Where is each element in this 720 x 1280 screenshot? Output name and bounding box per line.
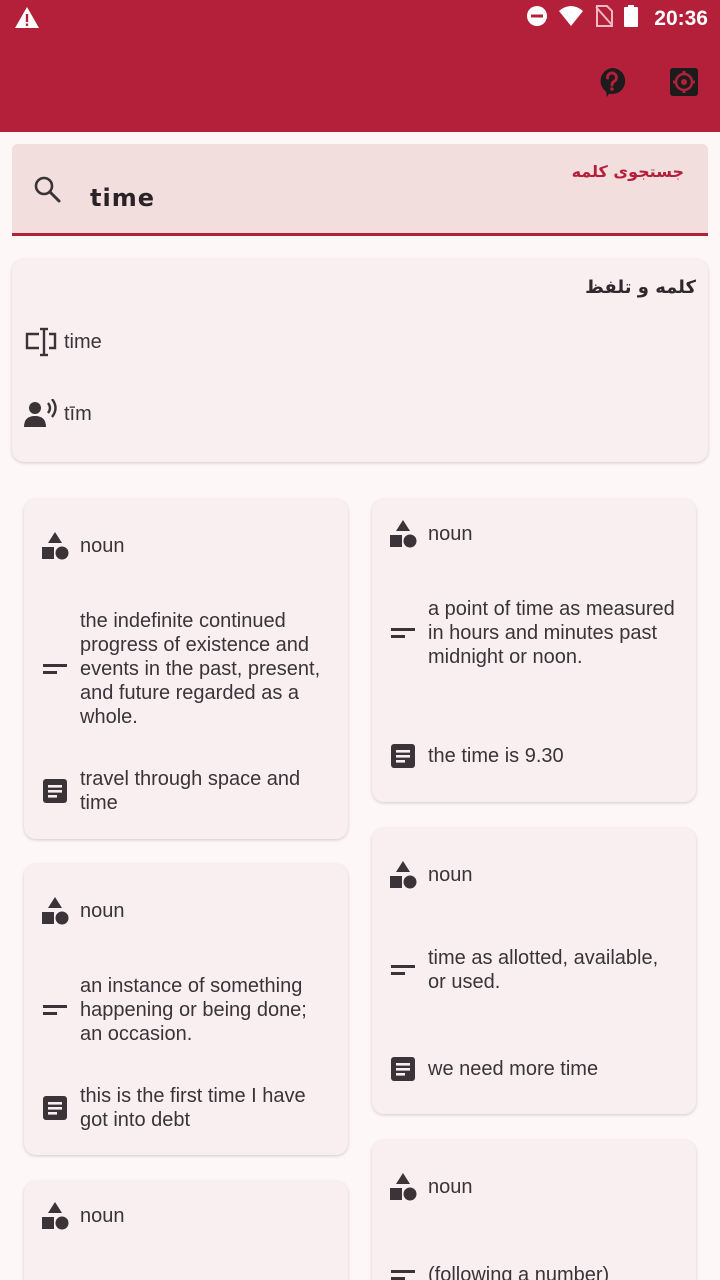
short-text-icon: [386, 616, 420, 650]
article-icon: [38, 1091, 72, 1125]
definition-card: noun: [24, 1181, 348, 1280]
article-icon: [386, 739, 420, 773]
word-text: time: [64, 330, 102, 353]
definition-card: noun an instance of something happening …: [24, 864, 348, 1155]
part-of-speech: noun: [80, 1204, 125, 1227]
status-bar: 20:36: [0, 0, 720, 38]
settings-icon: [669, 67, 699, 102]
help-button[interactable]: [592, 64, 632, 104]
category-icon: [386, 858, 420, 892]
part-of-speech-row: noun: [386, 858, 473, 892]
part-of-speech-row: noun: [38, 529, 125, 563]
category-icon: [38, 894, 72, 928]
pronunciation-row: tīm: [24, 397, 92, 431]
no-sim-icon: [594, 5, 614, 32]
definition-card: noun time as allotted, available, or use…: [372, 828, 696, 1114]
part-of-speech-row: noun: [386, 517, 473, 551]
example-row: this is the first time I have got into d…: [38, 1084, 330, 1132]
pronunciation-text: tīm: [64, 402, 92, 425]
definition-card: noun a point of time as measured in hour…: [372, 499, 696, 802]
battery-icon: [624, 5, 639, 32]
word-row: time: [24, 325, 102, 359]
status-time: 20:36: [654, 6, 708, 30]
part-of-speech: noun: [80, 534, 125, 557]
search-label: جستجوی کلمه: [571, 162, 684, 181]
help-icon: [597, 66, 627, 103]
part-of-speech-row: noun: [386, 1170, 473, 1204]
example-text: this is the first time I have got into d…: [80, 1085, 306, 1131]
search-field[interactable]: جستجوی کلمه time: [12, 144, 708, 236]
part-of-speech-row: noun: [38, 894, 125, 928]
settings-button[interactable]: [664, 64, 704, 104]
search-icon: [32, 174, 62, 209]
definition-text: a point of time as measured in hours and…: [428, 598, 675, 668]
category-icon: [386, 517, 420, 551]
category-icon: [38, 529, 72, 563]
app-bar: [0, 38, 720, 132]
example-text: the time is 9.30: [428, 745, 564, 767]
record-voice-icon: [24, 397, 58, 431]
definition-row: the indefinite continued progress of exi…: [38, 609, 330, 729]
word-pronunciation-card: کلمه و تلفظ time tīm: [12, 259, 708, 462]
search-input[interactable]: time: [90, 184, 155, 212]
category-icon: [386, 1170, 420, 1204]
article-icon: [38, 774, 72, 808]
part-of-speech: noun: [428, 863, 473, 886]
part-of-speech: noun: [428, 1175, 473, 1198]
do-not-disturb-icon: [526, 5, 548, 32]
definition-text: an instance of something happening or be…: [80, 975, 307, 1045]
part-of-speech: noun: [428, 522, 473, 545]
definition-card: noun (following a number): [372, 1140, 696, 1280]
warning-icon: [14, 6, 40, 35]
definition-text: (following a number): [428, 1264, 610, 1280]
definition-text: time as allotted, available, or used.: [428, 947, 659, 993]
wifi-icon: [558, 5, 584, 32]
definition-row: (following a number): [386, 1258, 678, 1280]
short-text-icon: [38, 993, 72, 1027]
part-of-speech: noun: [80, 899, 125, 922]
part-of-speech-row: noun: [38, 1199, 125, 1233]
example-text: travel through space and time: [80, 768, 301, 814]
example-row: we need more time: [386, 1052, 678, 1086]
example-text: we need more time: [428, 1058, 599, 1080]
short-text-icon: [386, 1258, 420, 1280]
word-card-title: کلمه و تلفظ: [585, 277, 696, 298]
definition-row: an instance of something happening or be…: [38, 974, 330, 1046]
definition-text: the indefinite continued progress of exi…: [80, 610, 321, 728]
example-row: the time is 9.30: [386, 739, 678, 773]
article-icon: [386, 1052, 420, 1086]
definition-card: noun the indefinite continued progress o…: [24, 499, 348, 839]
example-row: travel through space and time: [38, 767, 330, 815]
category-icon: [38, 1199, 72, 1233]
definition-row: a point of time as measured in hours and…: [386, 597, 678, 669]
text-field-icon: [24, 325, 58, 359]
short-text-icon: [386, 953, 420, 987]
definition-row: time as allotted, available, or used.: [386, 946, 678, 994]
short-text-icon: [38, 652, 72, 686]
